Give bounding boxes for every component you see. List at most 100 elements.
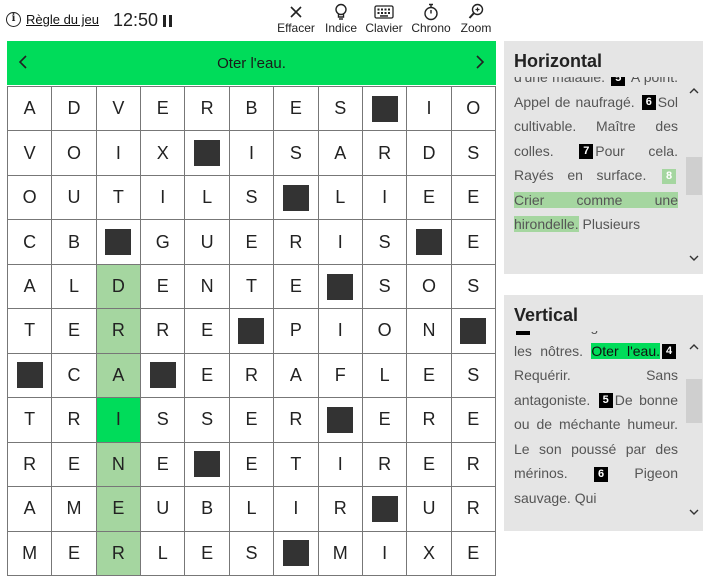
grid-cell[interactable]: T xyxy=(8,398,53,443)
grid-cell[interactable]: E xyxy=(362,398,408,443)
grid-cell[interactable]: R xyxy=(185,87,230,132)
grid-cell[interactable]: E xyxy=(185,309,230,354)
grid-cell[interactable]: O xyxy=(451,87,496,132)
grid-cell[interactable]: O xyxy=(52,131,97,176)
previous-clue-button[interactable] xyxy=(13,52,33,72)
grid-cell[interactable]: U xyxy=(185,220,230,265)
grid-cell[interactable]: R xyxy=(8,442,53,488)
grid-cell[interactable]: F xyxy=(318,353,363,399)
grid-cell[interactable]: R xyxy=(274,398,319,443)
grid-cell[interactable]: R xyxy=(229,353,275,399)
grid-cell[interactable]: E xyxy=(52,442,97,488)
grid-cell[interactable]: E xyxy=(141,442,186,488)
scroll-down-icon[interactable] xyxy=(689,507,699,517)
grid-cell[interactable]: E xyxy=(229,398,275,443)
next-clue-button[interactable] xyxy=(470,52,490,72)
grid-cell[interactable]: E xyxy=(274,87,319,132)
scroll-thumb[interactable] xyxy=(686,157,702,195)
grid-cell[interactable]: I xyxy=(362,175,408,221)
grid-cell[interactable]: S xyxy=(229,531,275,576)
grid-cell[interactable]: U xyxy=(52,175,97,221)
grid-cell[interactable]: L xyxy=(185,175,230,221)
grid-cell[interactable]: B xyxy=(185,487,230,532)
grid-cell[interactable]: I xyxy=(96,398,142,443)
grid-cell[interactable]: R xyxy=(96,531,142,576)
grid-cell[interactable]: S xyxy=(451,353,496,399)
grid-cell[interactable]: N xyxy=(185,264,230,310)
grid-cell[interactable]: O xyxy=(362,309,408,354)
grid-cell[interactable]: S xyxy=(229,175,275,221)
grid-cell[interactable]: I xyxy=(318,309,363,354)
grid-cell[interactable]: E xyxy=(185,531,230,576)
grid-cell[interactable]: E xyxy=(407,175,452,221)
vertical-scrollbar[interactable] xyxy=(685,295,703,531)
grid-cell[interactable]: R xyxy=(274,220,319,265)
grid-cell[interactable]: E xyxy=(451,220,496,265)
grid-cell[interactable]: E xyxy=(274,264,319,310)
grid-cell[interactable]: T xyxy=(96,175,142,221)
grid-cell[interactable]: I xyxy=(141,175,186,221)
scroll-down-icon[interactable] xyxy=(689,253,699,263)
grid-cell[interactable]: D xyxy=(96,264,142,310)
grid-cell[interactable]: E xyxy=(451,398,496,443)
clue-text[interactable]: Oter l'eau. xyxy=(591,342,660,359)
grid-cell[interactable]: U xyxy=(141,487,186,532)
grid-cell[interactable]: R xyxy=(362,442,408,488)
grid-cell[interactable]: A xyxy=(8,87,53,132)
grid-cell[interactable]: A xyxy=(96,353,142,399)
grid-cell[interactable]: E xyxy=(229,220,275,265)
grid-cell[interactable]: R xyxy=(451,487,496,532)
grid-cell[interactable]: R xyxy=(141,309,186,354)
grid-cell[interactable]: E xyxy=(52,531,97,576)
hint-button[interactable]: Indice xyxy=(322,2,360,35)
keyboard-button[interactable]: Clavier xyxy=(364,2,404,35)
grid-cell[interactable]: R xyxy=(451,442,496,488)
grid-cell[interactable]: L xyxy=(229,487,275,532)
grid-cell[interactable]: D xyxy=(52,87,97,132)
grid-cell[interactable]: E xyxy=(185,353,230,399)
chrono-button[interactable]: Chrono xyxy=(410,2,452,35)
grid-cell[interactable]: P xyxy=(274,309,319,354)
grid-cell[interactable]: V xyxy=(8,131,53,176)
grid-cell[interactable]: T xyxy=(274,442,319,488)
grid-cell[interactable]: I xyxy=(362,531,408,576)
zoom-button[interactable]: Zoom xyxy=(457,2,495,35)
grid-cell[interactable]: E xyxy=(451,531,496,576)
grid-cell[interactable]: T xyxy=(229,264,275,310)
grid-cell[interactable]: M xyxy=(52,487,97,532)
scroll-up-icon[interactable] xyxy=(689,341,699,351)
grid-cell[interactable]: C xyxy=(8,220,53,265)
grid-cell[interactable]: R xyxy=(318,487,363,532)
horizontal-scrollbar[interactable] xyxy=(685,41,703,274)
scroll-thumb[interactable] xyxy=(686,379,702,423)
grid-cell[interactable]: C xyxy=(52,353,97,399)
clue-text[interactable]: Plusieurs xyxy=(579,216,640,232)
grid-cell[interactable]: R xyxy=(52,398,97,443)
grid-cell[interactable]: A xyxy=(274,353,319,399)
grid-cell[interactable]: R xyxy=(96,309,142,354)
grid-cell[interactable]: E xyxy=(407,442,452,488)
grid-cell[interactable]: E xyxy=(96,487,142,532)
grid-cell[interactable]: T xyxy=(8,309,53,354)
grid-cell[interactable]: L xyxy=(362,353,408,399)
grid-cell[interactable]: R xyxy=(362,131,408,176)
grid-cell[interactable]: L xyxy=(318,175,363,221)
grid-cell[interactable]: S xyxy=(141,398,186,443)
grid-cell[interactable]: E xyxy=(451,175,496,221)
grid-cell[interactable]: I xyxy=(407,87,452,132)
grid-cell[interactable]: A xyxy=(318,131,363,176)
pause-icon[interactable] xyxy=(163,14,173,27)
grid-cell[interactable]: A xyxy=(8,264,53,310)
grid-cell[interactable]: L xyxy=(141,531,186,576)
grid-cell[interactable]: D xyxy=(407,131,452,176)
grid-cell[interactable]: E xyxy=(141,87,186,132)
grid-cell[interactable]: S xyxy=(185,398,230,443)
grid-cell[interactable]: V xyxy=(96,87,142,132)
grid-cell[interactable]: S xyxy=(274,131,319,176)
grid-cell[interactable]: I xyxy=(229,131,275,176)
rules-label[interactable]: Règle du jeu xyxy=(26,12,99,27)
grid-cell[interactable]: M xyxy=(8,531,53,576)
grid-cell[interactable]: N xyxy=(96,442,142,488)
grid-cell[interactable]: E xyxy=(141,264,186,310)
grid-cell[interactable]: E xyxy=(52,309,97,354)
